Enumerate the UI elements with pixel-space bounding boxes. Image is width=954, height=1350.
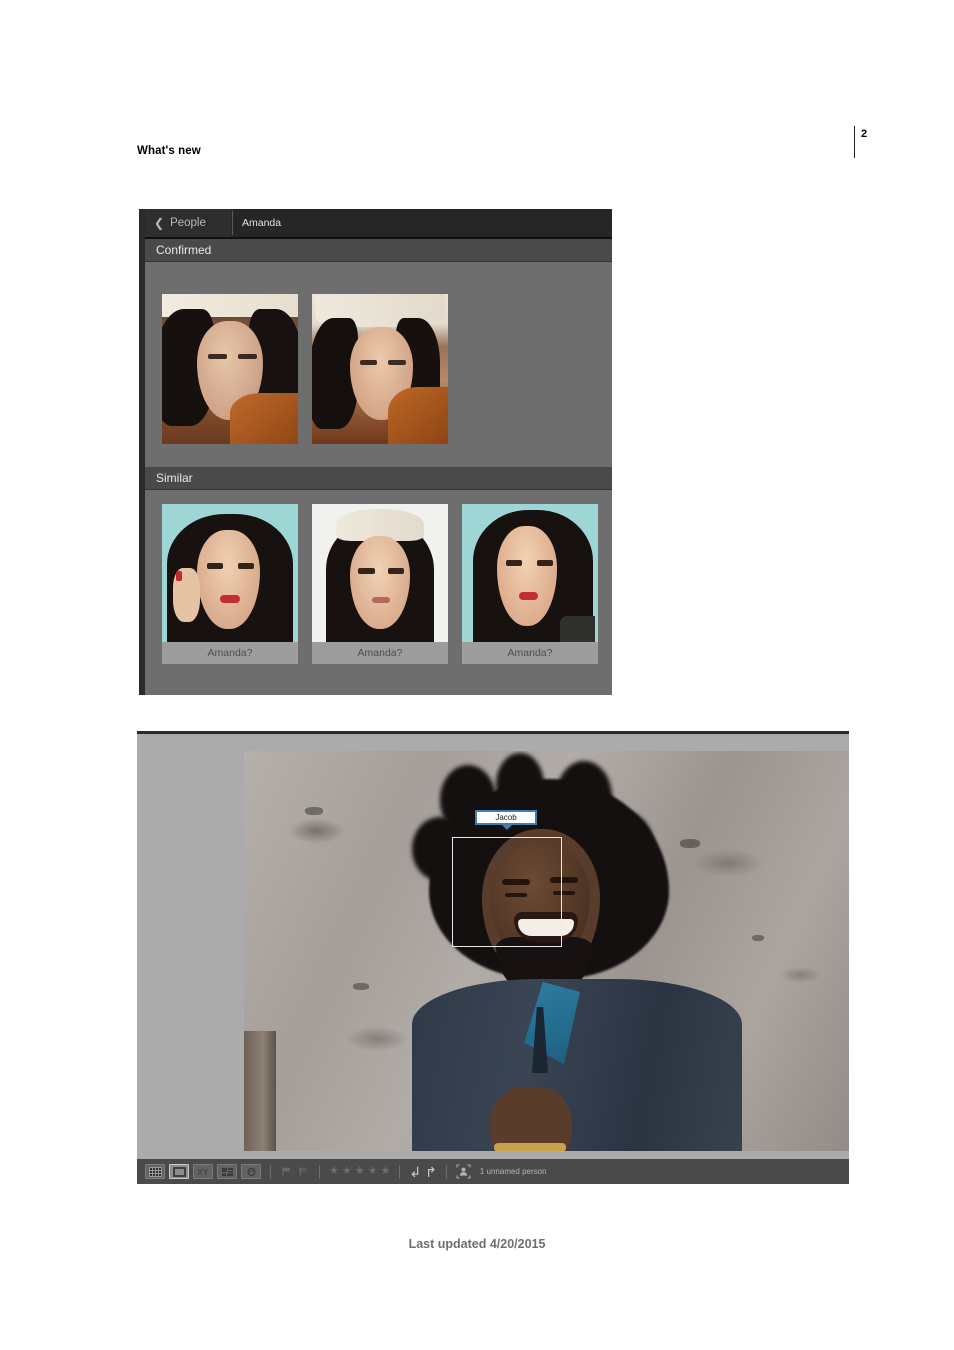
compare-icon: XY: [197, 1168, 208, 1177]
toolbar-divider: [399, 1164, 401, 1179]
star-icon[interactable]: ★: [342, 1166, 352, 1177]
footer-last-updated: Last updated 4/20/2015: [408, 1237, 546, 1251]
survey-view-button[interactable]: [217, 1164, 237, 1179]
loupe-view-screenshot: Jacob XY ★ ★ ★ ★ ★ ↲ ↱ 1 unnamed person: [137, 731, 849, 1184]
flag-reject-button[interactable]: [297, 1165, 310, 1178]
page-number-rule: [854, 126, 855, 158]
toolbar-divider: [319, 1164, 320, 1179]
survey-icon: [221, 1167, 233, 1176]
star-icon[interactable]: ★: [329, 1166, 339, 1177]
photo-subject-bracelet: [494, 1143, 566, 1151]
star-icon[interactable]: ★: [381, 1166, 391, 1177]
photo-similar-1: [162, 504, 298, 664]
svg-text:XY: XY: [197, 1168, 208, 1177]
wall-texture: [679, 839, 700, 848]
section-divider-confirmed: [145, 261, 612, 262]
face-detect-icon[interactable]: [456, 1164, 471, 1179]
page-number: 2: [861, 128, 868, 140]
people-panel-topbar: ❮ People Amanda: [145, 209, 612, 237]
rating-stars[interactable]: ★ ★ ★ ★ ★: [329, 1166, 390, 1177]
loupe-icon: [172, 1166, 186, 1177]
grid-icon: [148, 1166, 162, 1177]
section-divider-similar: [145, 489, 612, 490]
people-panel-screenshot: ❮ People Amanda Confirmed Similar Amanda…: [139, 209, 612, 695]
confirmed-thumbnail[interactable]: [312, 294, 448, 444]
breadcrumb-divider: [232, 211, 233, 235]
face-name-input[interactable]: Jacob: [475, 810, 537, 825]
wall-texture: [304, 807, 323, 815]
wooden-frame-edge: [244, 1031, 276, 1151]
people-icon: [246, 1167, 256, 1176]
photo-similar-3: [462, 504, 598, 664]
image-canvas[interactable]: Jacob: [244, 751, 849, 1151]
flag-icon: [282, 1167, 290, 1176]
loupe-toolbar: XY ★ ★ ★ ★ ★ ↲ ↱ 1 unnamed person: [137, 1159, 849, 1184]
page-title: What's new: [137, 145, 201, 157]
name-tag-pointer: [502, 825, 512, 830]
photo-similar-2: [312, 504, 448, 664]
chevron-left-icon: ❮: [154, 216, 165, 230]
photo-subject-hands: [490, 1087, 572, 1151]
star-icon[interactable]: ★: [368, 1166, 378, 1177]
compare-view-button[interactable]: XY: [193, 1164, 213, 1179]
rotate-right-icon[interactable]: ↱: [425, 1165, 437, 1179]
star-icon[interactable]: ★: [355, 1166, 365, 1177]
loupe-view-button[interactable]: [169, 1164, 189, 1179]
toolbar-divider: [270, 1164, 271, 1179]
breadcrumb-label: People: [170, 217, 206, 229]
suggestion-label[interactable]: Amanda?: [162, 642, 298, 664]
wall-texture: [752, 935, 765, 941]
wall-texture: [352, 983, 369, 990]
suggestion-label[interactable]: Amanda?: [312, 642, 448, 664]
flag-pick-button[interactable]: [280, 1165, 293, 1178]
rotate-left-icon[interactable]: ↲: [409, 1165, 421, 1179]
face-name-value: Jacob: [495, 813, 517, 822]
people-view-button[interactable]: [241, 1164, 261, 1179]
similar-thumbnail[interactable]: Amanda?: [462, 504, 598, 664]
photo-confirmed-2: [312, 294, 448, 444]
flag-rejected-icon: [299, 1167, 307, 1176]
section-header-confirmed[interactable]: Confirmed: [145, 239, 612, 261]
similar-thumbnail[interactable]: Amanda?: [312, 504, 448, 664]
similar-thumbnail[interactable]: Amanda?: [162, 504, 298, 664]
breadcrumb-people[interactable]: ❮ People: [145, 209, 231, 237]
toolbar-divider: [445, 1164, 447, 1179]
face-detection-box[interactable]: [452, 837, 562, 947]
confirmed-thumbnail[interactable]: [162, 294, 298, 444]
section-header-similar[interactable]: Similar: [145, 467, 612, 489]
screenshot-top-border: [137, 731, 849, 734]
panel-left-rail: [139, 209, 145, 695]
unnamed-person-status: 1 unnamed person: [479, 1167, 547, 1176]
person-name-title: Amanda: [242, 217, 282, 229]
grid-view-button[interactable]: [145, 1164, 165, 1179]
photo-confirmed-1: [162, 294, 298, 444]
suggestion-label[interactable]: Amanda?: [462, 642, 598, 664]
